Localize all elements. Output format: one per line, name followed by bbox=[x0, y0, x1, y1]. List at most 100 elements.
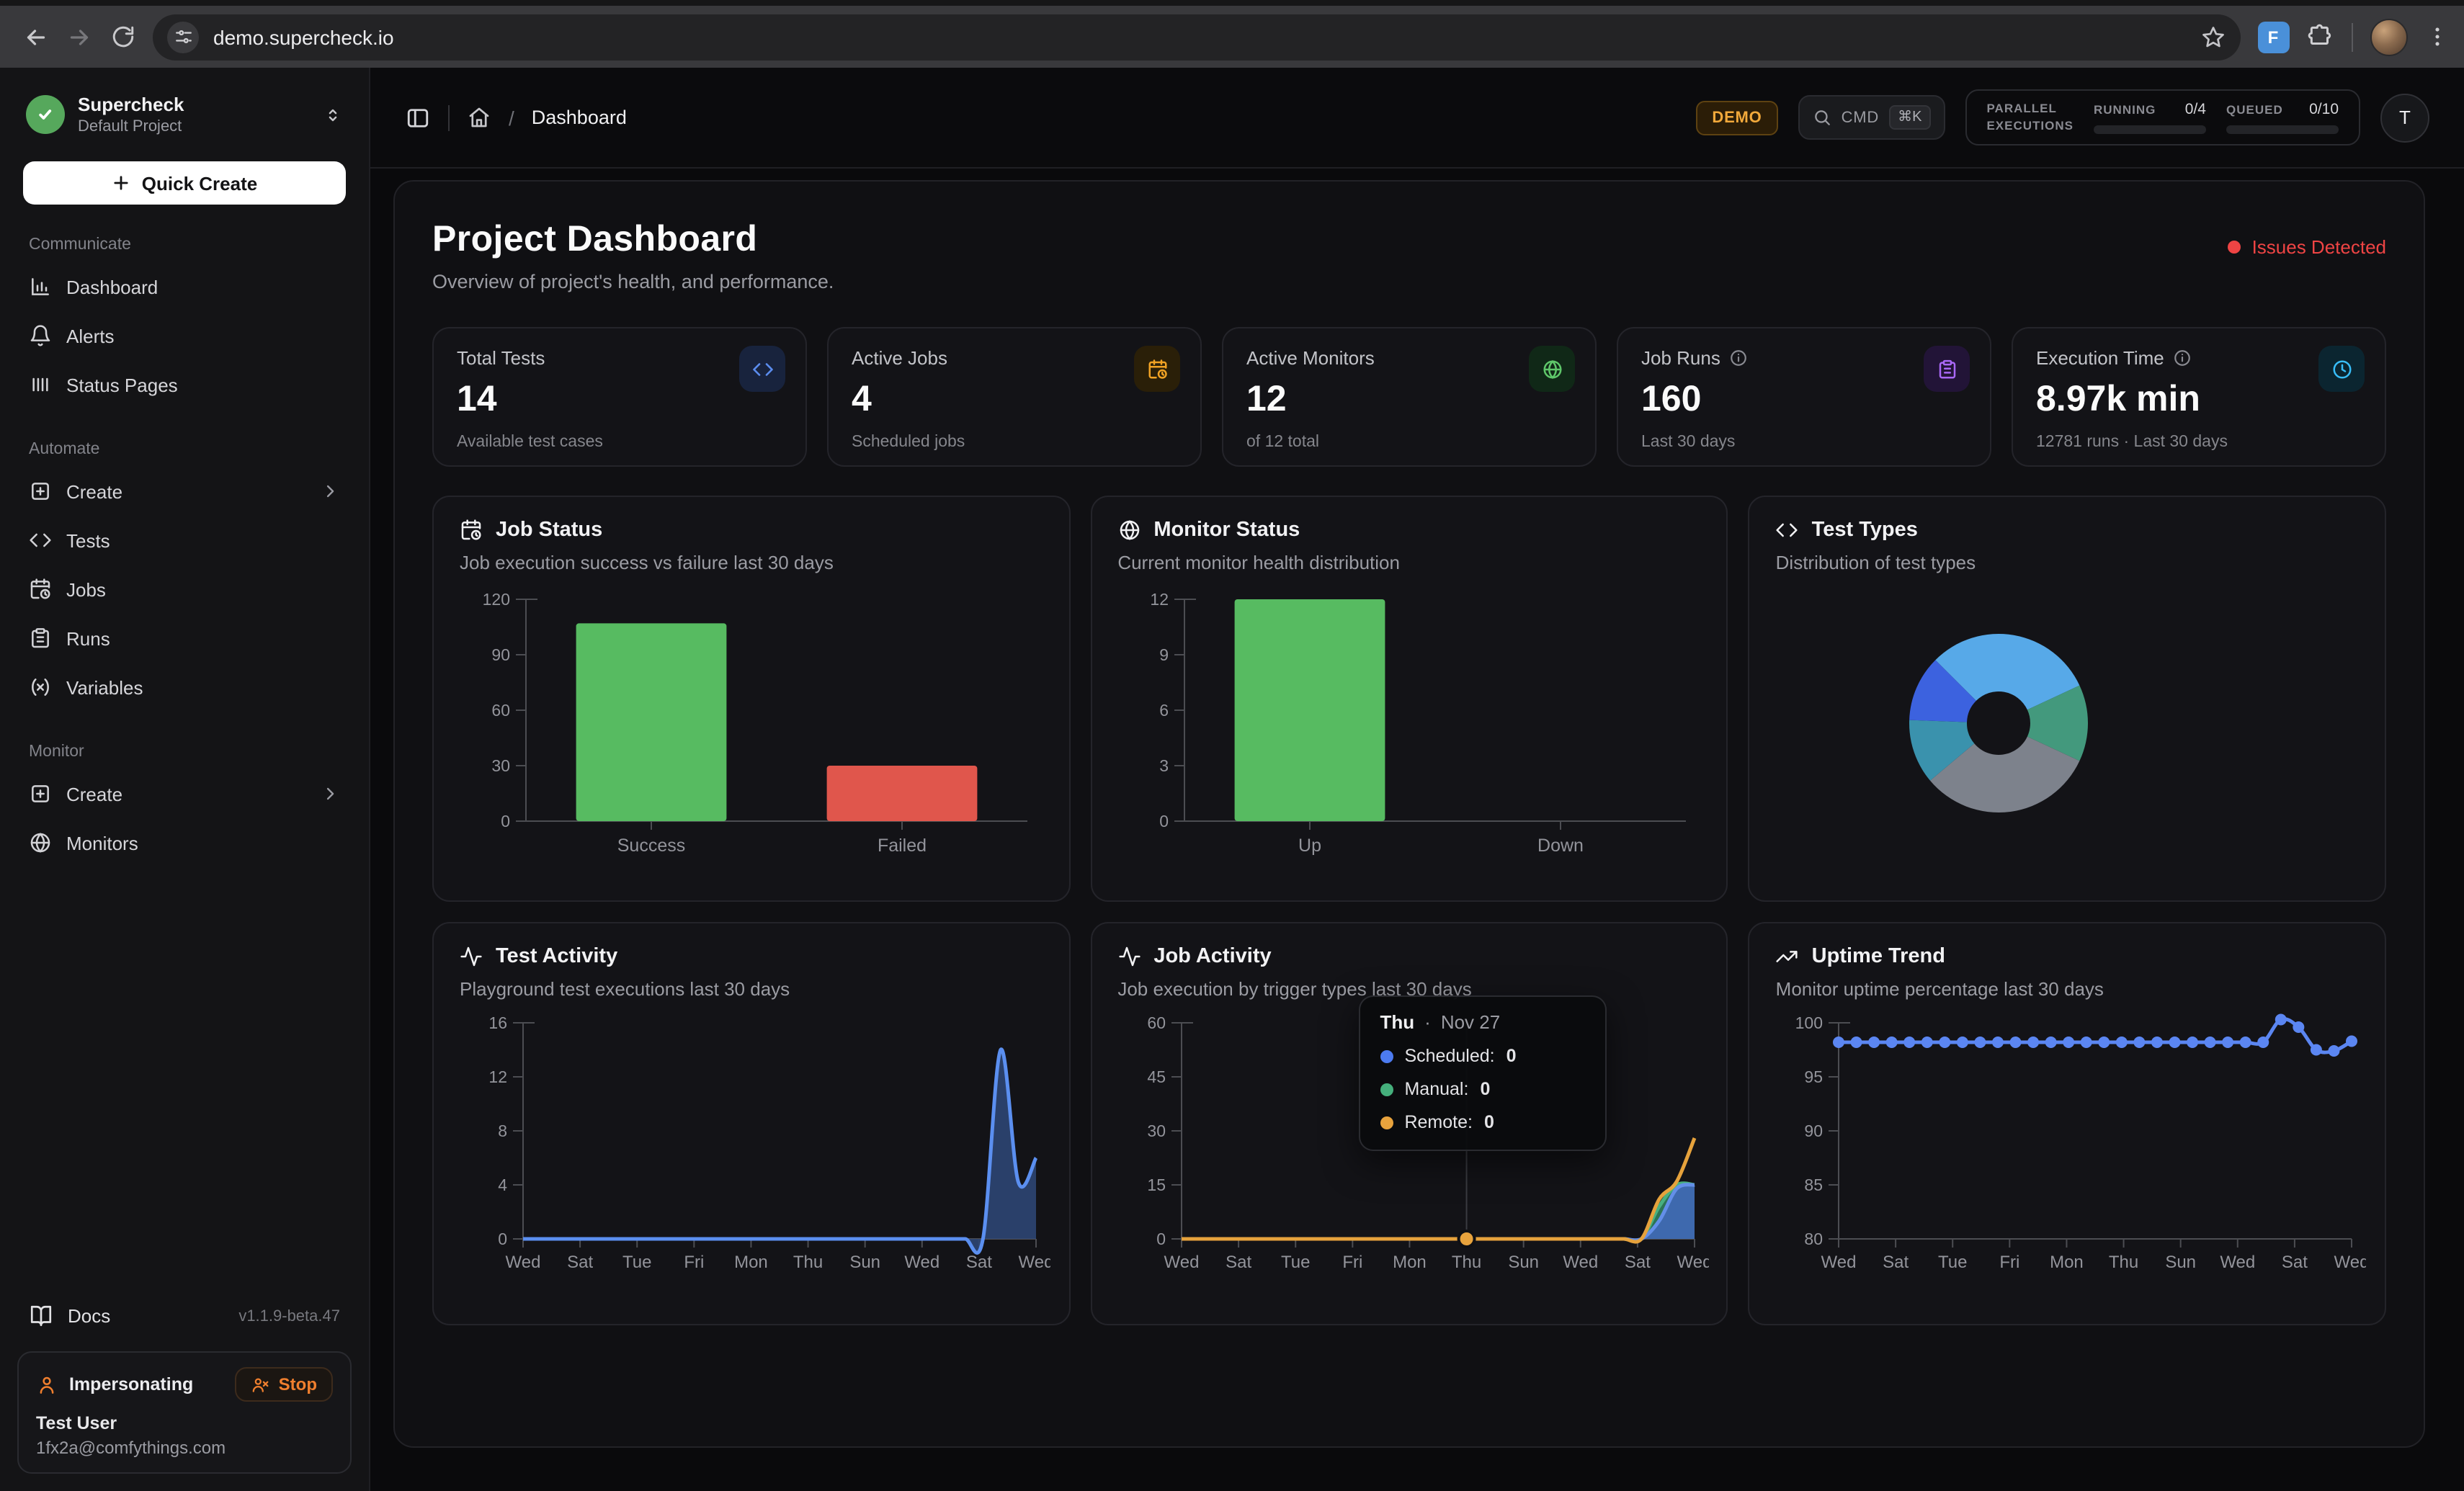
sidebar-toggle-icon[interactable] bbox=[405, 104, 431, 130]
svg-text:90: 90 bbox=[491, 645, 510, 664]
stop-impersonation-button[interactable]: Stop bbox=[236, 1367, 333, 1402]
quick-create-button[interactable]: Quick Create bbox=[23, 161, 346, 205]
clock-icon bbox=[2318, 346, 2365, 392]
svg-text:0: 0 bbox=[498, 1230, 507, 1248]
command-search-button[interactable]: CMD ⌘K bbox=[1798, 95, 1945, 140]
search-icon bbox=[1813, 108, 1831, 127]
svg-text:Thu: Thu bbox=[793, 1253, 823, 1272]
svg-text:Fri: Fri bbox=[684, 1253, 704, 1272]
series-dot-icon bbox=[1380, 1049, 1393, 1062]
uptime-trend-chart: 80859095100WedSatTueFriMonThuSunWedSatWe… bbox=[1776, 1008, 2359, 1285]
trending-up-icon bbox=[1776, 945, 1799, 968]
home-icon[interactable] bbox=[467, 105, 491, 130]
chart-grid: Job Status Job execution success vs fail… bbox=[432, 496, 2386, 1325]
browser-chrome: demo.supercheck.io F bbox=[0, 0, 2464, 68]
svg-text:Sat: Sat bbox=[1225, 1253, 1251, 1272]
svg-text:60: 60 bbox=[491, 701, 510, 720]
site-settings-icon[interactable] bbox=[167, 21, 199, 53]
svg-text:Sun: Sun bbox=[1508, 1253, 1539, 1272]
browser-profile-avatar[interactable] bbox=[2370, 18, 2408, 55]
test-activity-card: Test Activity Playground test executions… bbox=[432, 922, 1070, 1325]
tooltip-row-scheduled: Scheduled: 0 bbox=[1380, 1046, 1584, 1066]
sidebar-item-monitors[interactable]: Monitors bbox=[17, 818, 352, 867]
back-icon[interactable] bbox=[14, 15, 58, 58]
sidebar-item-tests[interactable]: Tests bbox=[17, 516, 352, 565]
info-icon bbox=[2173, 349, 2192, 367]
tooltip-date: Nov 27 bbox=[1441, 1011, 1500, 1033]
svg-text:9: 9 bbox=[1159, 645, 1169, 664]
tooltip-row-remote: Remote: 0 bbox=[1380, 1112, 1584, 1132]
section-label-automate: Automate bbox=[29, 441, 340, 458]
running-label: RUNNING bbox=[2094, 102, 2156, 117]
page-title: Project Dashboard bbox=[432, 219, 834, 261]
breadcrumb[interactable]: Dashboard bbox=[532, 107, 627, 128]
user-avatar[interactable]: T bbox=[2380, 93, 2429, 142]
svg-text:60: 60 bbox=[1147, 1013, 1166, 1032]
extension-fi-icon[interactable]: F bbox=[2258, 21, 2290, 53]
extensions-puzzle-icon[interactable] bbox=[2307, 23, 2334, 50]
calendar-clock-icon bbox=[1134, 346, 1180, 392]
sidebar-item-dashboard[interactable]: Dashboard bbox=[17, 262, 352, 311]
stat-total-tests: Total Tests 14 Available test cases bbox=[432, 327, 807, 467]
status-bars-icon bbox=[29, 373, 52, 396]
forward-icon[interactable] bbox=[58, 15, 101, 58]
stat-job-runs: Job Runs 160 Last 30 days bbox=[1617, 327, 1991, 467]
sidebar-item-jobs[interactable]: Jobs bbox=[17, 565, 352, 614]
impersonated-user-name: Test User bbox=[36, 1413, 333, 1433]
browser-menu-icon[interactable] bbox=[2425, 24, 2450, 49]
svg-text:Sun: Sun bbox=[2166, 1253, 2197, 1272]
sidebar-item-alerts[interactable]: Alerts bbox=[17, 311, 352, 360]
app-version: v1.1.9-beta.47 bbox=[238, 1307, 340, 1325]
section-label-monitor: Monitor bbox=[29, 743, 340, 761]
activity-icon bbox=[1117, 945, 1141, 968]
stat-cards: Total Tests 14 Available test cases Acti… bbox=[432, 327, 2386, 467]
test-activity-chart: 0481216WedSatTueFriMonThuSunWedSatWed bbox=[460, 1008, 1043, 1285]
parallel-executions-panel: PARALLEL EXECUTIONS RUNNING 0/4 bbox=[1965, 89, 2360, 145]
activity-icon bbox=[460, 945, 483, 968]
svg-text:12: 12 bbox=[488, 1067, 507, 1086]
address-bar[interactable]: demo.supercheck.io bbox=[153, 14, 2241, 60]
sidebar-item-create-automate[interactable]: Create bbox=[17, 467, 352, 516]
tooltip-row-manual: Manual: 0 bbox=[1380, 1079, 1584, 1099]
uptime-trend-card: Uptime Trend Monitor uptime percentage l… bbox=[1749, 922, 2386, 1325]
svg-text:45: 45 bbox=[1147, 1067, 1166, 1086]
chart-column-icon bbox=[29, 275, 52, 298]
issues-dot-icon bbox=[2228, 241, 2241, 254]
impersonated-user-email: 1fx2a@comfythings.com bbox=[36, 1438, 333, 1458]
test-types-card: Test Types Distribution of test types bbox=[1749, 496, 2386, 902]
stat-active-jobs: Active Jobs 4 Scheduled jobs bbox=[827, 327, 1202, 467]
svg-text:Thu: Thu bbox=[2110, 1253, 2139, 1272]
svg-text:Wed: Wed bbox=[1677, 1253, 1708, 1272]
project-switcher[interactable]: Supercheck Default Project bbox=[17, 82, 352, 150]
sidebar-item-runs[interactable]: Runs bbox=[17, 614, 352, 663]
sidebar-item-variables[interactable]: Variables bbox=[17, 663, 352, 712]
calendar-clock-icon bbox=[29, 578, 52, 601]
svg-text:95: 95 bbox=[1805, 1067, 1824, 1086]
svg-text:0: 0 bbox=[501, 812, 510, 830]
chevron-right-icon bbox=[320, 784, 340, 804]
svg-text:0: 0 bbox=[1159, 812, 1169, 830]
svg-text:Wed: Wed bbox=[1821, 1253, 1857, 1272]
breadcrumb-separator: / bbox=[509, 106, 514, 129]
divider bbox=[448, 104, 450, 130]
svg-text:16: 16 bbox=[488, 1013, 507, 1032]
series-dot-icon bbox=[1380, 1116, 1393, 1129]
status-badge: Issues Detected bbox=[2228, 236, 2386, 258]
top-bar: / Dashboard DEMO CMD ⌘K PARALLEL EXECUTI… bbox=[370, 68, 2464, 169]
job-activity-card: Job Activity Job execution by trigger ty… bbox=[1090, 922, 1728, 1325]
globe-icon bbox=[1529, 346, 1575, 392]
stat-execution-time: Execution Time 8.97k min 12781 runs · La… bbox=[2012, 327, 2386, 467]
chevron-right-icon bbox=[320, 481, 340, 501]
reload-icon[interactable] bbox=[101, 15, 144, 58]
docs-link[interactable]: Docs v1.1.9-beta.47 bbox=[17, 1292, 352, 1340]
sidebar-item-status-pages[interactable]: Status Pages bbox=[17, 360, 352, 409]
bookmark-star-icon[interactable] bbox=[2200, 24, 2226, 50]
chevrons-up-down-icon bbox=[323, 104, 343, 125]
svg-text:15: 15 bbox=[1147, 1176, 1166, 1194]
queued-value: 0/10 bbox=[2309, 101, 2339, 118]
info-icon bbox=[1729, 349, 1748, 367]
svg-text:Mon: Mon bbox=[2050, 1253, 2084, 1272]
project-name: Supercheck bbox=[78, 94, 310, 115]
sidebar-item-create-monitor[interactable]: Create bbox=[17, 769, 352, 818]
svg-text:12: 12 bbox=[1150, 590, 1169, 609]
